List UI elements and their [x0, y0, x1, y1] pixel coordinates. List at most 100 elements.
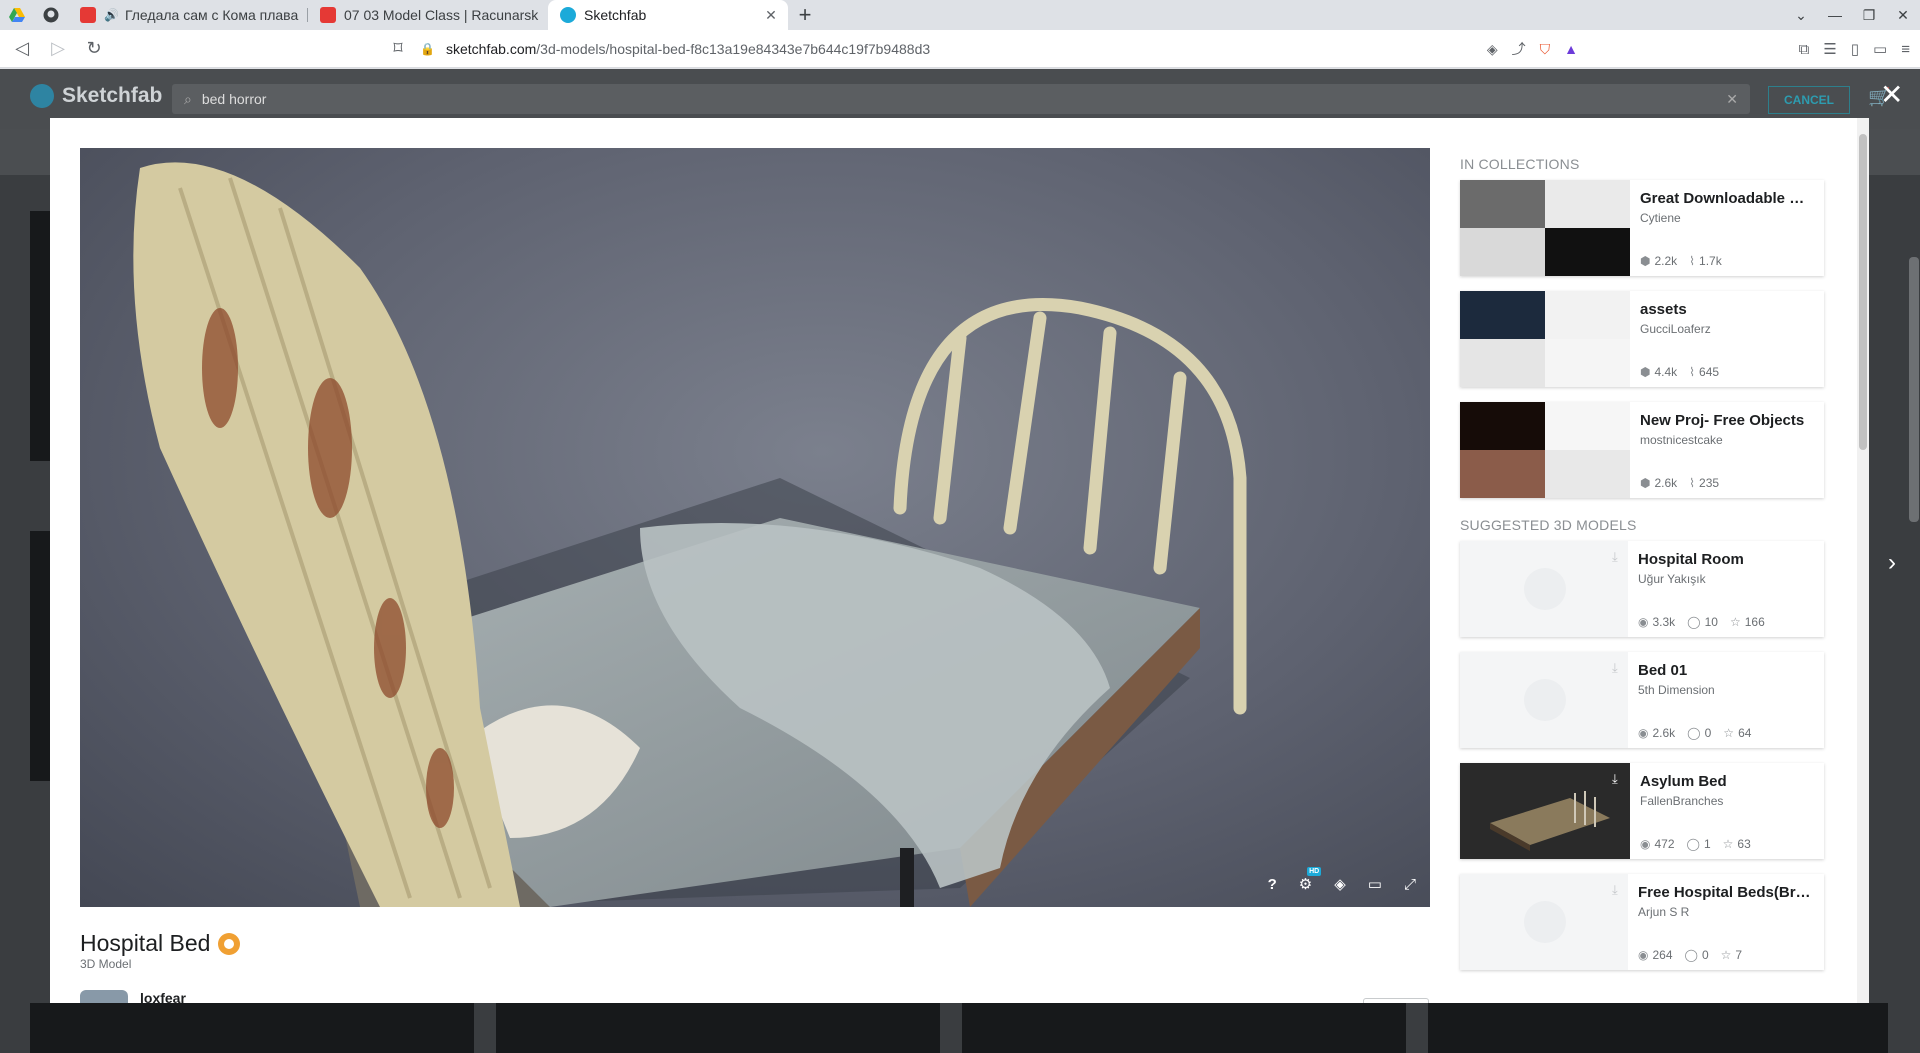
tab-search-icon[interactable]: ⌄: [1784, 0, 1818, 30]
suggested-model-card[interactable]: ⤓ Bed 01 5th Dimension ◉ 2.6k ◯ 0 ☆ 64: [1460, 652, 1824, 748]
collection-stats: ⬢ 2.6k ⌇ 235: [1640, 476, 1719, 490]
menu-icon[interactable]: ≡: [1901, 41, 1910, 58]
brave-shield-icon[interactable]: ⛉: [1540, 41, 1551, 58]
extensions-icon[interactable]: ⧉: [1799, 41, 1810, 58]
bookmark-icon[interactable]: ⌑: [380, 38, 416, 59]
youtube-icon: [320, 7, 336, 23]
models-count: 2.6k: [1654, 476, 1678, 490]
reading-list-icon[interactable]: ☰: [1823, 40, 1836, 58]
avatar[interactable]: [80, 990, 128, 1003]
sidebar-icon[interactable]: ▯: [1851, 40, 1859, 58]
comments-count: 10: [1704, 615, 1718, 629]
suggested-author[interactable]: 5th Dimension: [1638, 683, 1814, 697]
fullscreen-icon[interactable]: ⤢: [1404, 876, 1416, 893]
settings-icon[interactable]: ⚙ HD: [1299, 867, 1322, 893]
comments-icon: ◯: [1686, 837, 1700, 851]
url-host: sketchfab.com: [446, 41, 537, 57]
download-icon[interactable]: ⤓: [1612, 660, 1618, 676]
reload-icon[interactable]: ↻: [76, 38, 112, 59]
collection-owner[interactable]: GucciLoaferz: [1640, 322, 1816, 336]
background-thumbnail: [30, 211, 50, 461]
likes-count: 63: [1737, 837, 1751, 851]
layers-icon[interactable]: ◈: [1334, 875, 1346, 893]
google-drive-icon: [9, 8, 25, 22]
background-thumbnail: [496, 1003, 940, 1053]
download-icon[interactable]: ⤓: [1612, 549, 1618, 565]
suggested-author[interactable]: FallenBranches: [1640, 794, 1816, 808]
collection-card[interactable]: Great Downloadable Mo... Cytiene ⬢ 2.2k ⌇…: [1460, 180, 1824, 276]
asylum-bed-thumbnail: [1490, 791, 1610, 851]
brave-rewards-icon[interactable]: ▲: [1564, 41, 1578, 57]
page-scrollbar[interactable]: [1909, 257, 1919, 522]
model-title: Hospital Bed: [80, 930, 211, 956]
author-name[interactable]: loxfear: [140, 990, 186, 1003]
cancel-button[interactable]: CANCEL: [1768, 86, 1850, 114]
google-drive-tab[interactable]: [0, 0, 34, 30]
star-icon: ☆: [1723, 726, 1735, 740]
suggested-model-card[interactable]: ⤓ Hospital Room Uğur Yakışık ◉ 3.3k ◯ 10 ☆…: [1460, 541, 1824, 637]
model-stats: ◉ 264 ◯ 0 ☆ 7: [1638, 948, 1742, 962]
collection-thumbnails: [1460, 180, 1630, 276]
views-count: 3.3k: [1652, 615, 1676, 629]
suggested-model-card[interactable]: ⤓ Asylum Bed FallenBranches ◉ 472 ◯ 1 ☆ 63: [1460, 763, 1824, 859]
tab-youtube-2[interactable]: 07 03 Model Class | Racunarsk: [308, 0, 548, 30]
comments-count: 0: [1704, 726, 1712, 740]
collection-card[interactable]: New Proj- Free Objects mostnicestcake ⬢ 2…: [1460, 402, 1824, 498]
lock-icon: 🔒: [420, 42, 435, 56]
speaker-icon[interactable]: 🔊: [104, 8, 119, 22]
suggested-author[interactable]: Uğur Yakışık: [1638, 572, 1814, 586]
clear-search-icon[interactable]: ✕: [1726, 91, 1738, 108]
suggested-title: Free Hospital Beds(Brok...: [1638, 884, 1814, 901]
model-viewer[interactable]: ? ⚙ HD ◈ ▭ ⤢: [80, 148, 1430, 907]
scrollbar-thumb[interactable]: [1859, 134, 1867, 450]
browser-tab-strip: 🔊 Гледала сам с Кома плава 07 03 Model C…: [0, 0, 1920, 30]
modal-scrollbar[interactable]: [1857, 118, 1869, 1003]
close-window-icon[interactable]: ✕: [1886, 0, 1920, 30]
suggested-title: Bed 01: [1638, 662, 1688, 679]
model-type: 3D Model: [80, 957, 132, 971]
search-input[interactable]: ⌕ bed horror ✕: [172, 84, 1750, 114]
download-icon[interactable]: ⤓: [1612, 882, 1618, 898]
next-model-icon[interactable]: ›: [1888, 549, 1896, 577]
model-stats: ◉ 3.3k ◯ 10 ☆ 166: [1638, 615, 1765, 629]
follow-button[interactable]: [1363, 998, 1429, 1003]
tab-sketchfab[interactable]: Sketchfab ✕: [548, 0, 788, 30]
download-icon[interactable]: ⤓: [1612, 771, 1618, 787]
collection-title: assets: [1640, 301, 1687, 318]
models-icon: ⬢: [1640, 254, 1651, 268]
models-icon: ⬢: [1640, 365, 1651, 379]
youtube-icon: [80, 7, 96, 23]
minimize-icon[interactable]: —: [1818, 0, 1852, 30]
search-value: bed horror: [201, 91, 267, 107]
new-tab-button[interactable]: +: [788, 0, 822, 30]
close-tab-icon[interactable]: ✕: [762, 7, 780, 24]
share-icon[interactable]: ⤴: [1512, 39, 1526, 59]
background-thumbnail: [30, 531, 50, 781]
collection-owner[interactable]: Cytiene: [1640, 211, 1816, 225]
help-icon[interactable]: ?: [1268, 876, 1277, 893]
suggested-title: Asylum Bed: [1640, 773, 1727, 790]
collection-card[interactable]: assets GucciLoaferz ⬢ 4.4k ⌇ 645: [1460, 291, 1824, 387]
forward-icon[interactable]: ▷: [40, 38, 76, 59]
restore-icon[interactable]: ❐: [1852, 0, 1886, 30]
close-modal-icon[interactable]: ✕: [1880, 81, 1903, 109]
right-sidebar: IN COLLECTIONS Great Downloadable Mo... …: [1460, 156, 1824, 985]
models-count: 2.2k: [1654, 254, 1678, 268]
comments-icon: ◯: [1687, 615, 1701, 629]
suggested-author[interactable]: Arjun S R: [1638, 905, 1814, 919]
site-logo[interactable]: Sketchfab: [30, 84, 162, 108]
suggested-heading: SUGGESTED 3D MODELS: [1460, 517, 1637, 533]
media-cast-icon[interactable]: ◈: [1487, 41, 1498, 58]
suggested-model-card[interactable]: ⤓ Free Hospital Beds(Brok... Arjun S R ◉…: [1460, 874, 1824, 970]
github-tab[interactable]: [34, 0, 68, 30]
tab-youtube-1[interactable]: 🔊 Гледала сам с Кома плава: [68, 0, 308, 30]
vr-icon[interactable]: ▭: [1368, 875, 1382, 893]
model-thumbnail: ⤓: [1460, 652, 1628, 748]
back-icon[interactable]: ◁: [4, 38, 40, 59]
collection-owner[interactable]: mostnicestcake: [1640, 433, 1816, 447]
address-bar[interactable]: 🔒 sketchfab.com/3d-models/hospital-bed-f…: [420, 34, 1578, 64]
followers-icon: ⌇: [1689, 365, 1696, 379]
collection-thumbnails: [1460, 291, 1630, 387]
search-icon: ⌕: [184, 90, 192, 107]
wallet-icon[interactable]: ▭: [1873, 40, 1887, 58]
